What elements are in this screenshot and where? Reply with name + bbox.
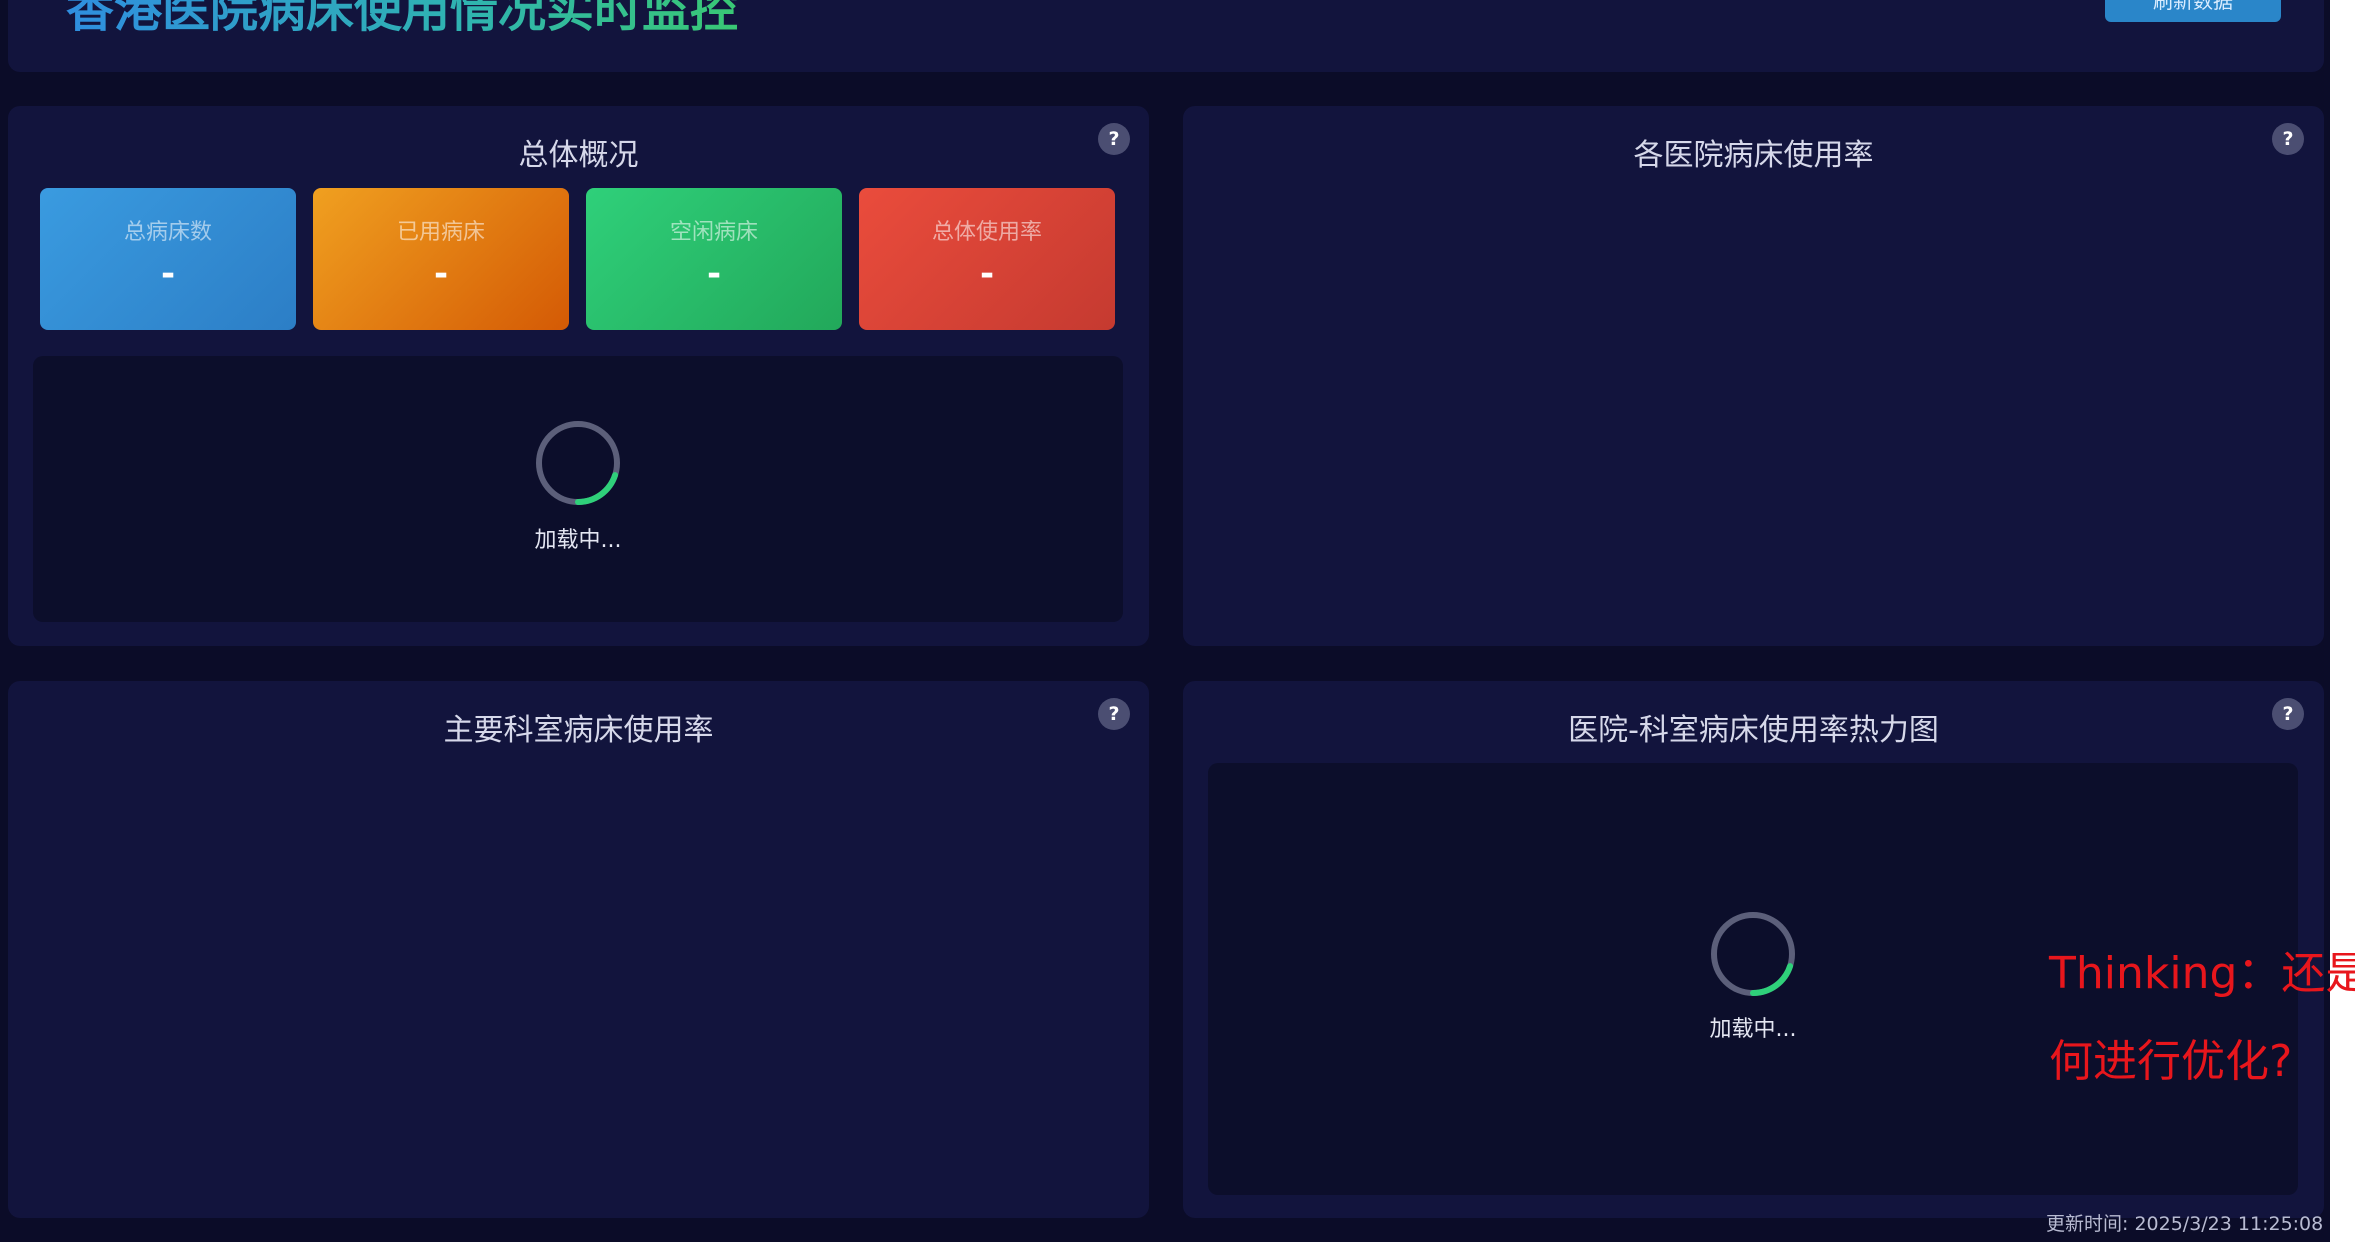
department-usage-title: 主要科室病床使用率 xyxy=(443,713,714,748)
stat-value: - xyxy=(433,254,449,294)
loading-spinner-icon xyxy=(536,421,620,506)
update-time: 更新时间: 2025/3/23 11:25:08 xyxy=(2046,1213,2324,1235)
help-icon[interactable]: ? xyxy=(2272,123,2304,155)
stat-label: 空闲病床 xyxy=(669,220,758,245)
overview-chart-loader: 加载中... xyxy=(33,356,1123,622)
loading-text: 加载中... xyxy=(1709,1017,1797,1042)
stat-label: 已用病床 xyxy=(396,220,485,245)
refresh-button[interactable]: 刷新数据 xyxy=(2105,0,2281,22)
annotation-line: 何进行优化? xyxy=(2049,1036,2293,1087)
stat-value: - xyxy=(706,254,722,294)
stat-label: 总病床数 xyxy=(123,220,212,245)
hospital-usage-title: 各医院病床使用率 xyxy=(1633,138,1874,173)
hospital-usage-panel: 各医院病床使用率 ? xyxy=(1183,106,2324,646)
stat-value: - xyxy=(979,254,995,294)
header-bar: 香港医院病床使用情况实时监控 刷新数据 xyxy=(8,0,2324,72)
department-usage-panel: 主要科室病床使用率 ? xyxy=(8,681,1149,1218)
loading-text: 加载中... xyxy=(534,528,622,553)
stat-card-total-beds: 总病床数 - xyxy=(40,188,296,330)
annotation-text: Thinking：还是 何进行优化? xyxy=(2049,930,2355,1106)
loading-spinner-icon xyxy=(1711,912,1795,997)
dashboard-frame: 香港医院病床使用情况实时监控 刷新数据 总体概况 ? 总病床数 - 已用病床 -… xyxy=(0,0,2355,1242)
stat-card-used-beds: 已用病床 - xyxy=(313,188,569,330)
help-icon[interactable]: ? xyxy=(1098,698,1130,730)
stat-card-free-beds: 空闲病床 - xyxy=(586,188,842,330)
help-icon[interactable]: ? xyxy=(2272,698,2304,730)
overview-panel: 总体概况 ? 总病床数 - 已用病床 - 空闲病床 - 总体使用率 - 加载中.… xyxy=(8,106,1149,646)
stat-card-usage-rate: 总体使用率 - xyxy=(859,188,1115,330)
help-icon[interactable]: ? xyxy=(1098,123,1130,155)
heatmap-title: 医院-科室病床使用率热力图 xyxy=(1568,713,1939,748)
stat-value: - xyxy=(160,254,176,294)
stat-label: 总体使用率 xyxy=(931,220,1042,245)
page-title: 香港医院病床使用情况实时监控 xyxy=(66,0,738,40)
annotation-line: Thinking：还是 xyxy=(2049,948,2355,999)
overview-title: 总体概况 xyxy=(518,138,639,173)
